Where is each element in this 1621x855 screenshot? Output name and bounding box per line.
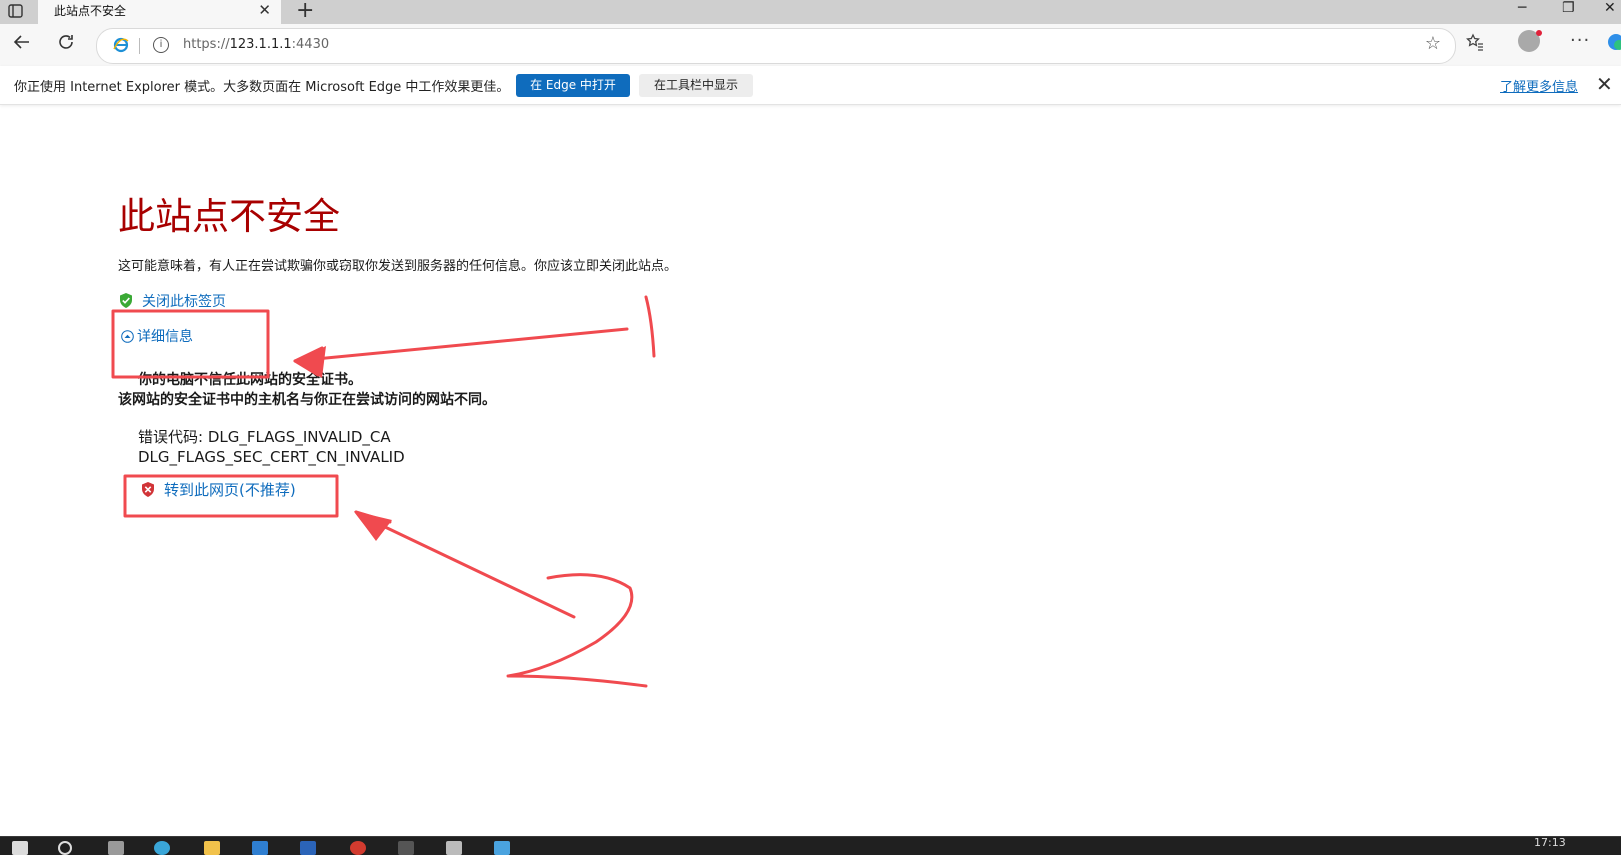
back-icon[interactable] [12, 32, 32, 57]
page-description: 这可能意味着，有人正在尝试欺骗你或窃取你发送到服务器的任何信息。你应该立即关闭此… [118, 259, 678, 274]
url-port: :4430 [291, 37, 330, 52]
app-taskbar-icon-5[interactable] [446, 841, 462, 855]
favorites-icon[interactable] [1465, 32, 1485, 57]
annotation-number-1 [644, 295, 656, 358]
proceed-link[interactable]: 转到此网页(不推荐) [140, 479, 296, 500]
page-title: 此站点不安全 [118, 195, 340, 238]
app-taskbar-icon-4[interactable] [398, 841, 414, 855]
app-taskbar-icon-1[interactable] [252, 841, 268, 855]
details-toggle[interactable]: 详细信息 [121, 326, 193, 346]
red-shield-icon [140, 481, 156, 498]
copilot-icon[interactable] [1606, 32, 1621, 57]
app-taskbar-icon-3[interactable] [350, 841, 366, 855]
error-code-line-2: DLG_FLAGS_SEC_CERT_CN_INVALID [138, 448, 405, 466]
url-host: 123.1.1.1 [229, 37, 292, 52]
tab-actions-icon[interactable] [6, 2, 26, 20]
annotation-arrow-2-shaft [360, 514, 576, 619]
url-text[interactable]: https://123.1.1.1:4430 [183, 37, 329, 52]
details-label: 详细信息 [137, 329, 193, 345]
details-text: 你的电脑不信任此网站的安全证书。 该网站的安全证书中的主机名与你正在尝试访问的网… [118, 370, 496, 410]
browser-toolbar: i https://123.1.1.1:4430 ☆ ··· [0, 24, 1621, 66]
app-taskbar-icon-6[interactable] [494, 841, 510, 855]
active-tab[interactable]: 此站点不安全 ✕ [38, 0, 281, 24]
search-icon[interactable] [58, 841, 72, 855]
open-in-edge-button[interactable]: 在 Edge 中打开 [516, 74, 630, 97]
more-menu-icon[interactable]: ··· [1570, 30, 1590, 51]
proceed-label: 转到此网页(不推荐) [164, 481, 296, 499]
annotation-arrow-2-fill [354, 511, 392, 541]
close-tab-link[interactable]: 关闭此标签页 [118, 291, 226, 311]
windows-taskbar: 17:13 [0, 836, 1621, 855]
url-scheme: https:// [183, 37, 230, 52]
site-info-icon[interactable]: i [153, 37, 169, 53]
details-line-2: 该网站的安全证书中的主机名与你正在尝试访问的网站不同。 [118, 392, 496, 408]
ie-bar-close-icon[interactable]: ✕ [1596, 72, 1613, 96]
address-separator [139, 38, 140, 54]
ie-mode-message: 你正使用 Internet Explorer 模式。大多数页面在 Microso… [14, 80, 510, 95]
refresh-icon[interactable] [56, 32, 76, 57]
notification-dot [1536, 30, 1542, 36]
annotation-number-2 [506, 573, 648, 688]
favorite-star-icon[interactable]: ☆ [1425, 33, 1441, 54]
ie-mode-icon[interactable] [113, 37, 129, 53]
annotation-arrow-2-head [354, 510, 392, 540]
taskbar-clock[interactable]: 17:13 [1534, 836, 1566, 849]
annotation-arrow-1-shaft [293, 327, 629, 363]
ie-mode-bar: 你正使用 Internet Explorer 模式。大多数页面在 Microso… [0, 66, 1621, 105]
learn-more-link[interactable]: 了解更多信息 [1500, 76, 1578, 95]
restore-icon[interactable]: ❐ [1562, 0, 1575, 16]
edge-taskbar-icon[interactable] [154, 841, 170, 855]
tab-strip: 此站点不安全 ✕ + ─ ❐ ✕ [0, 0, 1621, 24]
new-tab-button[interactable]: + [296, 0, 314, 23]
explorer-taskbar-icon[interactable] [204, 841, 220, 855]
tab-close-icon[interactable]: ✕ [258, 1, 271, 19]
green-shield-icon [118, 292, 134, 309]
minimize-icon[interactable]: ─ [1518, 0, 1526, 16]
error-code-line-1: 错误代码: DLG_FLAGS_INVALID_CA [138, 428, 391, 446]
tab-title: 此站点不安全 [54, 4, 127, 18]
start-icon[interactable] [12, 841, 28, 855]
address-bar[interactable]: i https://123.1.1.1:4430 ☆ [96, 28, 1456, 64]
window-close-icon[interactable]: ✕ [1604, 0, 1616, 16]
app-taskbar-icon-2[interactable] [300, 841, 316, 855]
details-line-1: 你的电脑不信任此网站的安全证书。 [138, 372, 362, 388]
show-in-toolbar-button[interactable]: 在工具栏中显示 [639, 74, 753, 97]
error-code: 错误代码: DLG_FLAGS_INVALID_CA DLG_FLAGS_SEC… [138, 427, 405, 467]
task-view-icon[interactable] [108, 841, 124, 855]
close-tab-label: 关闭此标签页 [142, 294, 226, 310]
collapse-chevron-icon [121, 330, 134, 343]
